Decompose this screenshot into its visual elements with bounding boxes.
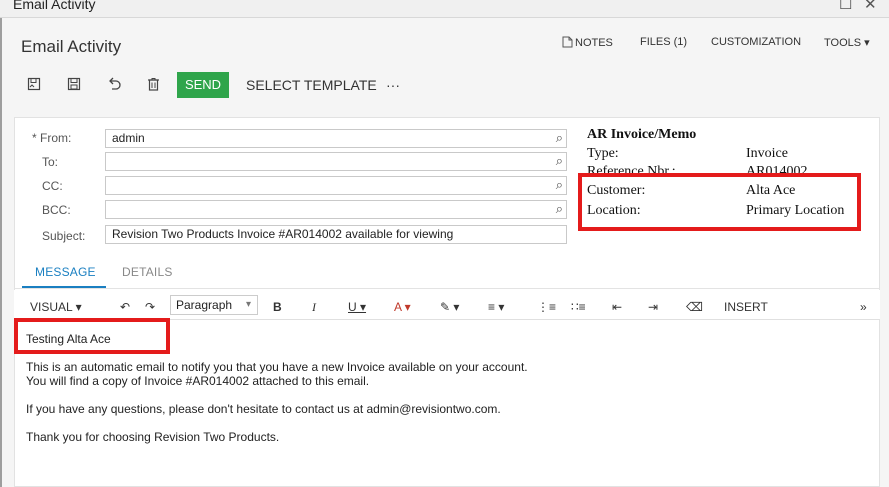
type-label: Type:: [587, 146, 619, 161]
ordered-list-icon[interactable]: ⋮≡: [537, 300, 556, 314]
search-icon[interactable]: ⌕: [556, 200, 563, 217]
body-line-copy: You will find a copy of Invoice #AR01400…: [26, 374, 370, 388]
type-value: Invoice: [746, 146, 788, 161]
cc-field[interactable]: ⌕: [105, 176, 567, 195]
more-actions-button[interactable]: ···: [386, 77, 400, 93]
page-title: Email Activity: [21, 37, 122, 56]
underline-icon[interactable]: U ▾: [348, 300, 366, 314]
save-icon[interactable]: [67, 76, 81, 96]
visual-mode-dropdown[interactable]: VISUAL ▾: [30, 300, 82, 314]
tab-details[interactable]: DETAILS: [122, 265, 173, 279]
bcc-field[interactable]: ⌕: [105, 200, 567, 219]
customization-button[interactable]: CUSTOMIZATION: [711, 36, 801, 48]
bold-icon[interactable]: B: [273, 300, 282, 314]
subject-label: Subject:: [42, 229, 86, 243]
body-line-contact: If you have any questions, please don't …: [26, 402, 501, 416]
chevron-down-icon: ▾: [245, 299, 251, 310]
font-color-icon[interactable]: A ▾: [394, 300, 411, 314]
editor-redo-icon[interactable]: ↷: [145, 300, 155, 314]
clear-format-icon[interactable]: ⌫: [686, 300, 703, 314]
close-icon[interactable]: ✕: [864, 0, 877, 13]
from-value: admin: [112, 131, 145, 145]
window-title: Email Activity: [13, 0, 96, 12]
undo-icon[interactable]: [107, 76, 122, 96]
editor-undo-icon[interactable]: ↶: [120, 300, 130, 314]
paragraph-format-select[interactable]: Paragraph ▾: [170, 295, 258, 315]
search-icon[interactable]: ⌕: [556, 129, 563, 146]
info-heading: AR Invoice/Memo: [587, 127, 697, 142]
highlight-icon[interactable]: ✎ ▾: [440, 300, 459, 314]
to-label: To:: [42, 155, 59, 169]
maximize-icon[interactable]: ☐: [839, 0, 852, 13]
search-icon[interactable]: ⌕: [556, 176, 563, 193]
subject-field[interactable]: Revision Two Products Invoice #AR014002 …: [105, 225, 567, 244]
body-line-intro: This is an automatic email to notify you…: [26, 360, 528, 374]
align-icon[interactable]: ≡ ▾: [488, 300, 504, 314]
search-icon[interactable]: ⌕: [556, 152, 563, 169]
notes-label: NOTES: [575, 37, 613, 49]
tools-menu[interactable]: TOOLS ▾: [824, 36, 870, 49]
window-title-bar: Email Activity ☐ ✕: [0, 0, 889, 18]
cc-label: CC:: [42, 179, 63, 193]
body-line-testing: Testing Alta Ace: [26, 332, 111, 346]
tab-message[interactable]: MESSAGE: [35, 265, 96, 279]
delete-icon[interactable]: [147, 76, 160, 96]
indent-icon[interactable]: ⇥: [648, 300, 658, 314]
to-field[interactable]: ⌕: [105, 152, 567, 171]
bcc-label: BCC:: [42, 203, 71, 217]
expand-toolbar-icon[interactable]: »: [860, 300, 867, 314]
italic-icon[interactable]: I: [312, 300, 316, 315]
send-button[interactable]: SEND: [177, 72, 229, 98]
select-template-button[interactable]: SELECT TEMPLATE: [246, 77, 377, 93]
subject-value: Revision Two Products Invoice #AR014002 …: [112, 227, 454, 241]
save-close-icon[interactable]: [27, 76, 41, 96]
tab-divider: [14, 288, 880, 289]
insert-menu[interactable]: INSERT: [724, 300, 768, 314]
outdent-icon[interactable]: ⇤: [612, 300, 622, 314]
notes-button[interactable]: NOTES: [562, 36, 613, 49]
paragraph-format-value: Paragraph: [176, 298, 233, 312]
body-line-thanks: Thank you for choosing Revision Two Prod…: [26, 430, 280, 444]
note-icon: [562, 36, 573, 48]
from-field[interactable]: admin ⌕: [105, 129, 567, 148]
from-label: * From:: [32, 131, 72, 145]
files-button[interactable]: FILES (1): [640, 36, 687, 48]
unordered-list-icon[interactable]: ∷≡: [571, 300, 586, 314]
customer-highlight-box: [578, 173, 861, 231]
